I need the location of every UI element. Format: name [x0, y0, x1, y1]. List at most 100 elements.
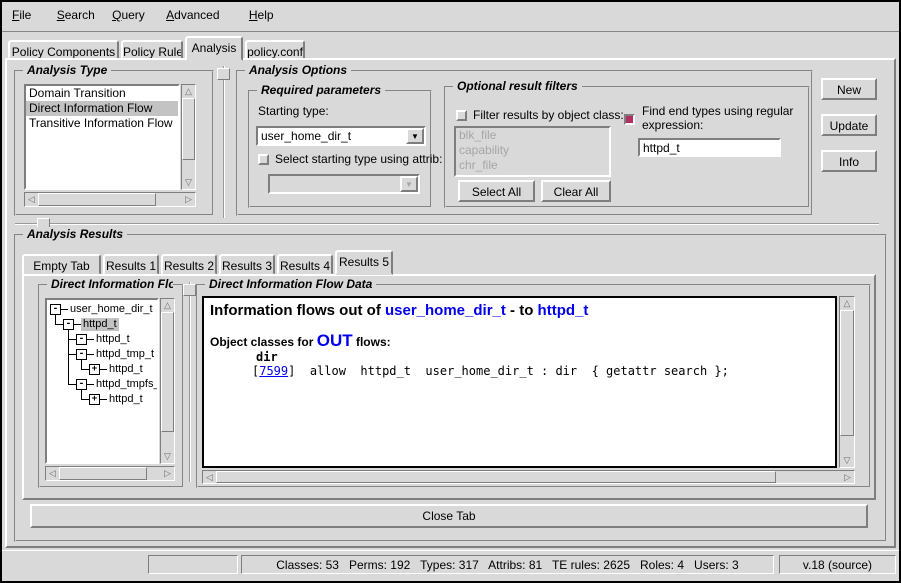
tree-expander-icon[interactable]: - [63, 319, 74, 330]
flow-heading: Information flows out of user_home_dir_t… [210, 302, 588, 319]
scroll-up-icon[interactable]: △ [161, 299, 174, 312]
tree-node-label[interactable]: httpd_t [94, 333, 132, 346]
tree-connector [61, 309, 68, 310]
object-classes-suffix: flows: [356, 335, 391, 349]
scroll-right-icon[interactable]: ▷ [182, 193, 195, 206]
results-tab-5[interactable]: Results 5 [335, 250, 393, 275]
tree-node-label[interactable]: user_home_dir_t [68, 303, 155, 316]
menu-query[interactable]: Query [110, 2, 151, 22]
attrib-checkbox[interactable] [258, 154, 269, 165]
analysis-type-listbox: Domain Transition Direct Information Flo… [24, 84, 180, 190]
object-class-name: dir [256, 350, 278, 364]
tree-connector [68, 354, 76, 355]
tree-expander-icon[interactable]: - [76, 379, 87, 390]
scroll-up-icon[interactable]: △ [840, 297, 854, 310]
scrollbar-thumb[interactable] [216, 471, 776, 483]
results-tab-2[interactable]: Results 2 [161, 254, 217, 275]
scrollbar-trough[interactable] [38, 193, 182, 206]
tree-connector [81, 369, 89, 370]
info-button[interactable]: Info [821, 150, 877, 172]
menu-search[interactable]: Search [55, 2, 101, 22]
scrollbar-trough[interactable] [161, 312, 174, 450]
tree-node-label[interactable]: httpd_t [107, 393, 145, 406]
scrollbar-thumb[interactable] [38, 193, 156, 206]
rule-line: [7599] allow httpd_t user_home_dir_t : d… [234, 364, 729, 378]
scroll-left-icon[interactable]: ◁ [25, 193, 38, 206]
results-sash-vertical[interactable] [189, 282, 191, 482]
flow-tree-vertical-scrollbar[interactable]: △ ▽ [160, 298, 175, 464]
results-tab-4[interactable]: Results 4 [277, 254, 333, 275]
scroll-left-icon[interactable]: ◁ [203, 471, 216, 483]
object-class-item: capability [456, 143, 609, 158]
tree-connector [87, 339, 94, 340]
scroll-left-icon[interactable]: ◁ [46, 467, 59, 480]
clear-all-button[interactable]: Clear All [541, 180, 611, 202]
scrollbar-trough[interactable] [840, 310, 854, 454]
analysis-type-item-direct-flow[interactable]: Direct Information Flow [26, 101, 178, 116]
tree-connector [55, 315, 56, 324]
analysis-options-legend: Analysis Options [245, 63, 351, 77]
tree-node-label[interactable]: httpd_t [81, 318, 119, 331]
tree-expander-icon[interactable]: - [76, 334, 87, 345]
scroll-right-icon[interactable]: ▷ [161, 467, 174, 480]
tree-connector [81, 360, 82, 369]
tab-analysis[interactable]: Analysis [185, 36, 243, 61]
scrollbar-thumb[interactable] [59, 467, 147, 480]
flow-data-text[interactable]: Information flows out of user_home_dir_t… [202, 296, 837, 468]
flow-data-vertical-scrollbar[interactable]: △ ▽ [839, 296, 855, 468]
filter-by-object-class-checkbox[interactable] [456, 110, 467, 121]
results-sash-handle[interactable] [183, 284, 196, 296]
pane-sash-vertical[interactable] [223, 66, 225, 218]
tree-connector [74, 324, 81, 325]
optional-result-filters-legend: Optional result filters [453, 79, 582, 93]
menu-help[interactable]: Help [247, 2, 280, 22]
scroll-down-icon[interactable]: ▽ [182, 176, 195, 189]
menu-file[interactable]: File [10, 2, 37, 22]
scrollbar-thumb[interactable] [161, 312, 174, 432]
starting-type-combobox[interactable]: user_home_dir_t ▼ [256, 126, 426, 146]
status-stats-segment: Classes: 53 Perms: 192 Types: 317 Attrib… [241, 555, 774, 574]
analysis-type-item-transitive-flow[interactable]: Transitive Information Flow [26, 116, 178, 131]
regex-input[interactable] [638, 138, 781, 157]
new-button[interactable]: New [821, 78, 877, 100]
tree-node-label[interactable]: httpd_tmpfs_ [94, 378, 159, 391]
scroll-right-icon[interactable]: ▷ [841, 471, 854, 483]
tree-connector [68, 339, 76, 340]
analysis-type-vertical-scrollbar[interactable]: △ ▽ [181, 84, 196, 190]
scroll-down-icon[interactable]: ▽ [161, 450, 174, 463]
tree-connector [81, 390, 82, 399]
scrollbar-trough[interactable] [216, 471, 841, 483]
results-tab-1[interactable]: Results 1 [103, 254, 159, 275]
regex-checkbox[interactable] [624, 114, 635, 125]
analysis-type-item-domain-transition[interactable]: Domain Transition [26, 86, 178, 101]
tree-expander-icon[interactable]: + [89, 394, 100, 405]
pane-sash-horizontal[interactable] [15, 223, 879, 225]
scroll-up-icon[interactable]: △ [182, 85, 195, 98]
chevron-down-icon[interactable]: ▼ [406, 128, 424, 144]
results-tab-3[interactable]: Results 3 [219, 254, 275, 275]
scrollbar-thumb[interactable] [840, 310, 854, 436]
scrollbar-trough[interactable] [182, 98, 195, 176]
tree-node-label[interactable]: httpd_tmp_t [94, 348, 156, 361]
object-classes-prefix: Object classes for [210, 335, 313, 349]
tree-node-label[interactable]: httpd_t [107, 363, 145, 376]
flow-tree-horizontal-scrollbar[interactable]: ◁ ▷ [45, 466, 175, 481]
update-button[interactable]: Update [821, 114, 877, 136]
tree-expander-icon[interactable]: + [89, 364, 100, 375]
flow-data-horizontal-scrollbar[interactable]: ◁ ▷ [202, 470, 855, 484]
scrollbar-thumb[interactable] [182, 98, 195, 160]
scroll-down-icon[interactable]: ▽ [840, 454, 854, 467]
pane-sash-handle[interactable] [217, 68, 230, 80]
results-tab-empty[interactable]: Empty Tab [22, 254, 101, 275]
analysis-type-horizontal-scrollbar[interactable]: ◁ ▷ [24, 192, 196, 207]
tree-expander-icon[interactable]: - [76, 349, 87, 360]
menu-advanced[interactable]: Advanced [164, 2, 225, 22]
status-bar: Classes: 53 Perms: 192 Types: 317 Attrib… [2, 550, 899, 579]
flow-data-frame: Direct Information Flow Data Information… [196, 284, 871, 488]
apol-window: File Search Query Advanced Help Policy C… [0, 0, 901, 583]
rule-number-link[interactable]: 7599 [259, 364, 288, 378]
tree-expander-icon[interactable]: - [50, 304, 61, 315]
select-all-button[interactable]: Select All [458, 180, 535, 202]
scrollbar-trough[interactable] [59, 467, 161, 480]
close-tab-button[interactable]: Close Tab [30, 504, 868, 528]
